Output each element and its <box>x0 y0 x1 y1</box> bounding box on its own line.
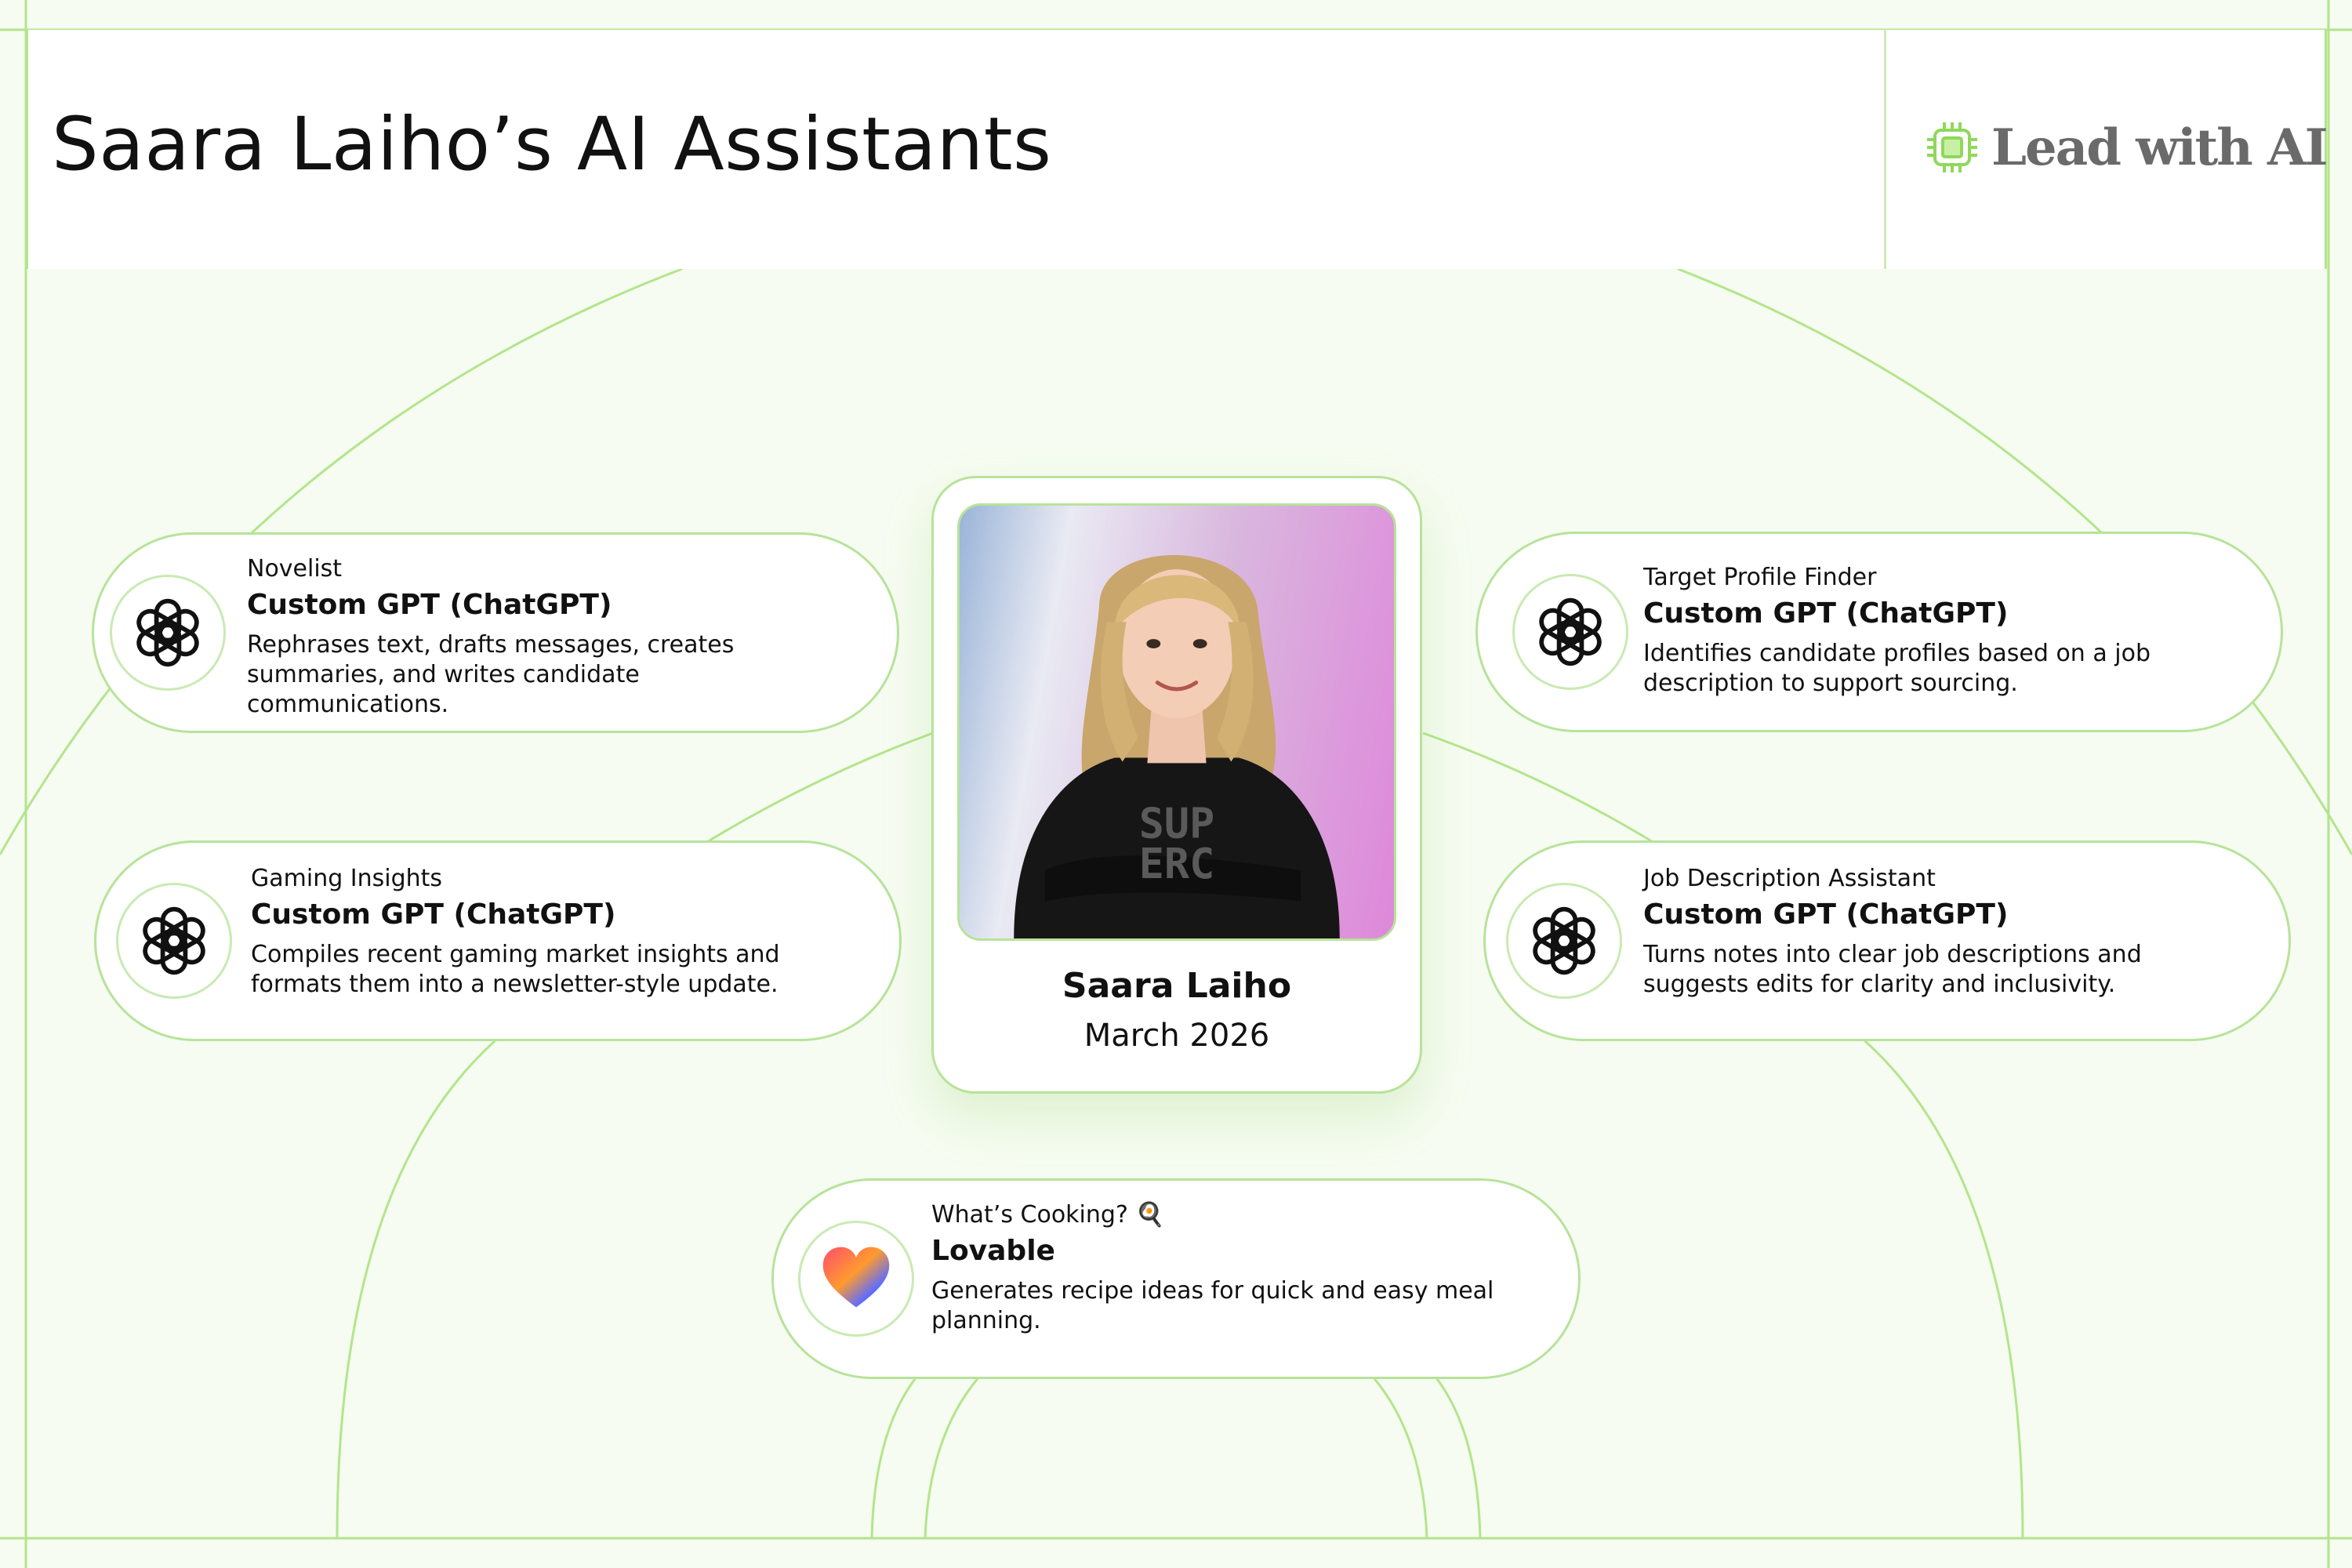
assistant-description: Identifies candidate profiles based on a… <box>1643 640 2151 697</box>
icon-badge <box>116 883 232 999</box>
profile-photo: SUP ERC <box>957 503 1396 941</box>
openai-icon <box>1533 906 1595 975</box>
profile-card: SUP ERC Saara Laiho March 2026 <box>931 476 1422 1094</box>
profile-name: Saara Laiho <box>1062 966 1292 1006</box>
assistant-name: What’s Cooking? 🍳 <box>931 1201 1165 1229</box>
page-title: Saara Laiho’s AI Assistants <box>52 102 1052 187</box>
lovable-heart-icon <box>822 1247 890 1308</box>
icon-badge <box>798 1221 914 1337</box>
assistant-name: Novelist <box>247 555 343 583</box>
assistant-card-novelist: Novelist Custom GPT (ChatGPT) Rephrases … <box>92 532 899 733</box>
header-divider <box>1884 30 1886 269</box>
assistant-description: Turns notes into clear job descriptions … <box>1643 941 2142 998</box>
assistant-tool: Custom GPT (ChatGPT) <box>1643 597 2009 630</box>
assistant-name: Job Description Assistant <box>1643 865 1936 892</box>
assistant-name: Target Profile Finder <box>1643 564 1877 591</box>
assistant-description: Compiles recent gaming market insights a… <box>251 941 780 998</box>
openai-icon <box>1539 597 1602 666</box>
assistant-tool: Custom GPT (ChatGPT) <box>247 589 612 621</box>
assistant-tool: Custom GPT (ChatGPT) <box>251 898 616 931</box>
icon-badge <box>110 575 226 691</box>
openai-icon <box>136 598 199 667</box>
profile-date: March 2026 <box>1083 1018 1270 1054</box>
brand-name: Lead with AI <box>1991 118 2328 177</box>
assistant-description: Rephrases text, drafts messages, creates… <box>247 631 735 718</box>
icon-badge <box>1506 883 1622 999</box>
assistant-tool: Custom GPT (ChatGPT) <box>1643 898 2009 931</box>
shirt-text-line-2: ERC <box>1139 839 1214 888</box>
assistant-description: Generates recipe ideas for quick and eas… <box>931 1277 1494 1334</box>
icon-badge <box>1512 574 1628 690</box>
assistant-tool: Lovable <box>931 1235 1055 1267</box>
assistant-card-job-description-assistant: Job Description Assistant Custom GPT (Ch… <box>1483 840 2291 1041</box>
assistant-card-whats-cooking: What’s Cooking? 🍳 Lovable Generates reci… <box>771 1178 1581 1379</box>
chip-icon <box>1927 122 1977 172</box>
openai-icon <box>143 906 205 975</box>
assistant-card-gaming-insights: Gaming Insights Custom GPT (ChatGPT) Com… <box>94 840 902 1041</box>
assistant-name: Gaming Insights <box>251 865 443 892</box>
portrait-illustration: SUP ERC <box>1014 555 1340 938</box>
assistant-card-target-profile-finder: Target Profile Finder Custom GPT (ChatGP… <box>1475 532 2283 732</box>
brand-logo: Lead with AI <box>1924 116 2328 179</box>
